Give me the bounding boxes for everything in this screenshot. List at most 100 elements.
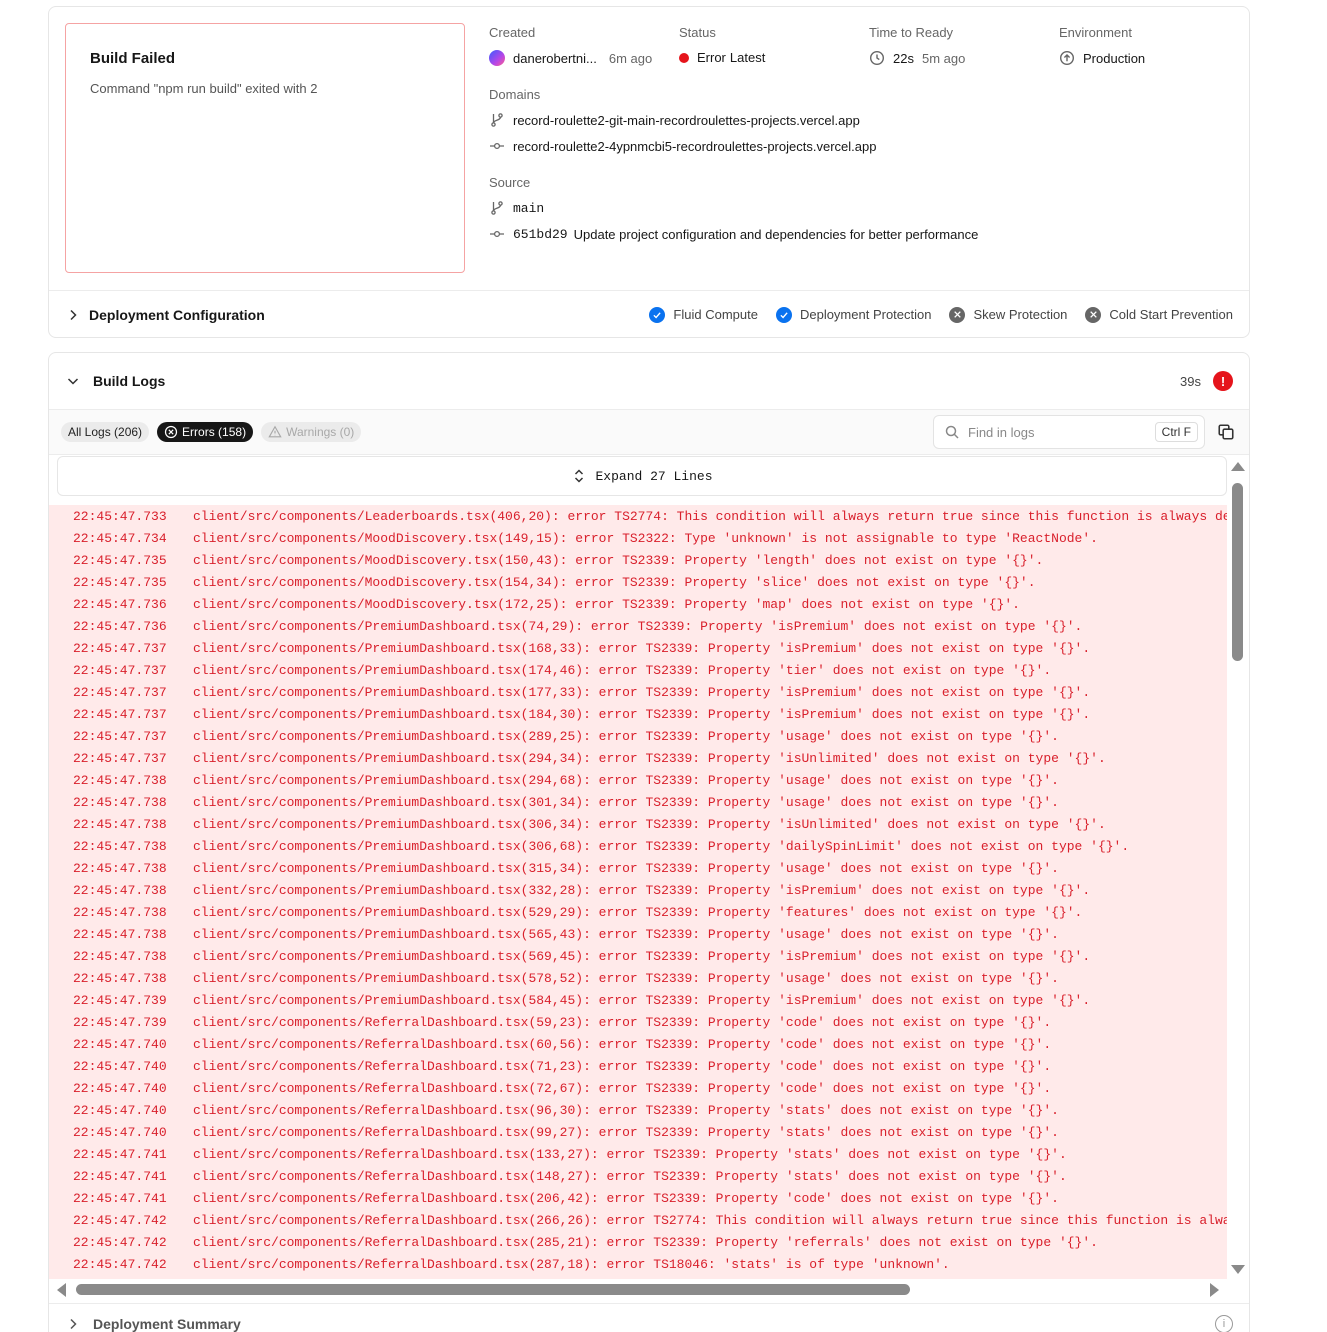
commit-message[interactable]: Update project configuration and depende…	[574, 227, 979, 242]
log-line: 22:45:47.742 client/src/components/Referr…	[49, 1253, 1227, 1275]
created-user[interactable]: danerobertni...	[513, 51, 597, 66]
x-circle-icon	[164, 425, 178, 439]
deployment-overview-card: Build Failed Command "npm run build" exi…	[48, 6, 1250, 338]
log-timestamp: 22:45:47.738	[73, 772, 167, 788]
scroll-right-arrow-icon[interactable]	[1210, 1283, 1219, 1297]
log-timestamp: 22:45:47.738	[73, 860, 167, 876]
log-line: 22:45:47.738 client/src/components/Premiu…	[49, 813, 1227, 835]
log-message: client/src/components/PremiumDashboard.t…	[193, 882, 1091, 898]
log-line: 22:45:47.741 client/src/components/Referr…	[49, 1187, 1227, 1209]
ready-duration: 22s	[893, 50, 914, 66]
log-timestamp: 22:45:47.737	[73, 640, 167, 656]
deployment-configuration-title: Deployment Configuration	[89, 306, 265, 323]
log-line: 22:45:47.733 client/src/components/Leader…	[49, 505, 1227, 527]
horizontal-scrollbar[interactable]	[49, 1279, 1227, 1301]
log-timestamp: 22:45:47.742	[73, 1212, 167, 1228]
domains-label: Domains	[489, 87, 541, 102]
build-failed-message: Command "npm run build" exited with 2	[90, 81, 318, 96]
log-line: 22:45:47.736 client/src/components/MoodDi…	[49, 593, 1227, 615]
vertical-scrollbar[interactable]	[1227, 456, 1249, 1279]
build-logs-title: Build Logs	[93, 373, 166, 389]
log-line: 22:45:47.737 client/src/components/Premiu…	[49, 681, 1227, 703]
created-label: Created	[489, 25, 536, 40]
log-timestamp: 22:45:47.738	[73, 926, 167, 942]
log-line: 22:45:47.739 client/src/components/Premiu…	[49, 989, 1227, 1011]
domain-link[interactable]: record-roulette2-git-main-recordroulette…	[513, 113, 860, 128]
expand-lines-button[interactable]: Expand 27 Lines	[57, 456, 1227, 496]
check-circle-icon	[775, 306, 792, 323]
log-message: client/src/components/PremiumDashboard.t…	[193, 816, 1106, 832]
build-failed-panel: Build Failed Command "npm run build" exi…	[65, 23, 465, 273]
avatar	[489, 50, 505, 66]
scroll-down-arrow-icon[interactable]	[1231, 1265, 1245, 1274]
log-line: 22:45:47.738 client/src/components/Premiu…	[49, 923, 1227, 945]
build-failed-title: Build Failed	[90, 50, 176, 67]
log-timestamp: 22:45:47.738	[73, 948, 167, 964]
log-message: client/src/components/PremiumDashboard.t…	[193, 662, 1052, 678]
copy-logs-icon[interactable]	[1217, 423, 1235, 441]
log-timestamp: 22:45:47.741	[73, 1190, 167, 1206]
x-circle-icon	[1085, 306, 1102, 323]
log-line: 22:45:47.737 client/src/components/Premiu…	[49, 659, 1227, 681]
scroll-left-arrow-icon[interactable]	[57, 1283, 66, 1297]
git-branch-icon	[489, 112, 505, 128]
log-search-box: Ctrl F	[933, 415, 1205, 449]
deployment-summary-toggle[interactable]: Deployment Summary i	[49, 1303, 1249, 1332]
filter-errors[interactable]: Errors (158)	[157, 422, 254, 442]
status-value: Error	[697, 50, 726, 65]
feature-cold-start-prevention: Cold Start Prevention	[1085, 306, 1233, 323]
log-message: client/src/components/MoodDiscovery.tsx(…	[193, 530, 1098, 546]
source-commit-row: 651bd29 Update project configuration and…	[489, 226, 978, 242]
log-line: 22:45:47.737 client/src/components/Premiu…	[49, 703, 1227, 725]
clock-icon	[869, 50, 885, 66]
branch-name[interactable]: main	[513, 201, 544, 216]
log-output[interactable]: 22:45:47.733 client/src/components/Leader…	[49, 505, 1227, 1279]
arrow-up-circle-icon	[1059, 50, 1075, 66]
feature-label: Deployment Protection	[799, 307, 932, 322]
chevron-right-icon	[65, 307, 81, 323]
scrollbar-thumb[interactable]	[1232, 483, 1243, 661]
search-shortcut: Ctrl F	[1154, 422, 1198, 442]
log-line: 22:45:47.738 client/src/components/Premiu…	[49, 967, 1227, 989]
log-message: client/src/components/ReferralDashboard.…	[193, 1080, 1052, 1096]
scrollbar-thumb[interactable]	[76, 1284, 910, 1295]
filter-all-logs[interactable]: All Logs (206)	[61, 422, 150, 442]
log-timestamp: 22:45:47.738	[73, 882, 167, 898]
log-line: 22:45:47.735 client/src/components/MoodDi…	[49, 549, 1227, 571]
log-line: 22:45:47.738 client/src/components/Premiu…	[49, 945, 1227, 967]
log-timestamp: 22:45:47.737	[73, 750, 167, 766]
log-message: client/src/components/PremiumDashboard.t…	[193, 860, 1059, 876]
log-line: 22:45:47.741 client/src/components/Referr…	[49, 1143, 1227, 1165]
time-to-ready-row: 22s 5m ago	[869, 50, 965, 66]
log-timestamp: 22:45:47.737	[73, 706, 167, 722]
domain-link[interactable]: record-roulette2-4ypnmcbi5-recordroulett…	[513, 139, 876, 154]
log-message: client/src/components/ReferralDashboard.…	[193, 1102, 1059, 1118]
feature-deployment-protection: Deployment Protection	[775, 306, 932, 323]
log-message: client/src/components/PremiumDashboard.t…	[193, 640, 1091, 656]
log-message: client/src/components/PremiumDashboard.t…	[193, 772, 1059, 788]
build-logs-toggle[interactable]: Build Logs 39s !	[49, 353, 1249, 410]
log-message: client/src/components/Leaderboards.tsx(4…	[193, 508, 1227, 524]
environment-row: Production	[1059, 50, 1145, 66]
log-line: 22:45:47.738 client/src/components/Premiu…	[49, 857, 1227, 879]
git-commit-icon	[489, 226, 505, 242]
log-message: client/src/components/PremiumDashboard.t…	[193, 948, 1091, 964]
log-message: client/src/components/ReferralDashboard.…	[193, 1212, 1227, 1228]
deployment-configuration-toggle[interactable]: Deployment Configuration Fluid Compute D…	[49, 290, 1249, 338]
log-line: 22:45:47.742 client/src/components/Referr…	[49, 1231, 1227, 1253]
log-search-input[interactable]	[968, 424, 1155, 440]
log-message: client/src/components/ReferralDashboard.…	[193, 1234, 1098, 1250]
status-row: Error Latest	[679, 50, 765, 65]
x-circle-icon	[949, 306, 966, 323]
log-message: client/src/components/ReferralDashboard.…	[193, 1146, 1067, 1162]
commit-hash[interactable]: 651bd29	[513, 227, 568, 242]
log-message: client/src/components/PremiumDashboard.t…	[193, 684, 1091, 700]
status-label: Status	[679, 25, 716, 40]
filter-warnings[interactable]: Warnings (0)	[261, 422, 362, 442]
time-to-ready-label: Time to Ready	[869, 25, 954, 40]
log-timestamp: 22:45:47.738	[73, 970, 167, 986]
source-label: Source	[489, 175, 531, 190]
scroll-up-arrow-icon[interactable]	[1231, 462, 1245, 471]
log-line: 22:45:47.734 client/src/components/MoodDi…	[49, 527, 1227, 549]
log-line: 22:45:47.740 client/src/components/Referr…	[49, 1033, 1227, 1055]
